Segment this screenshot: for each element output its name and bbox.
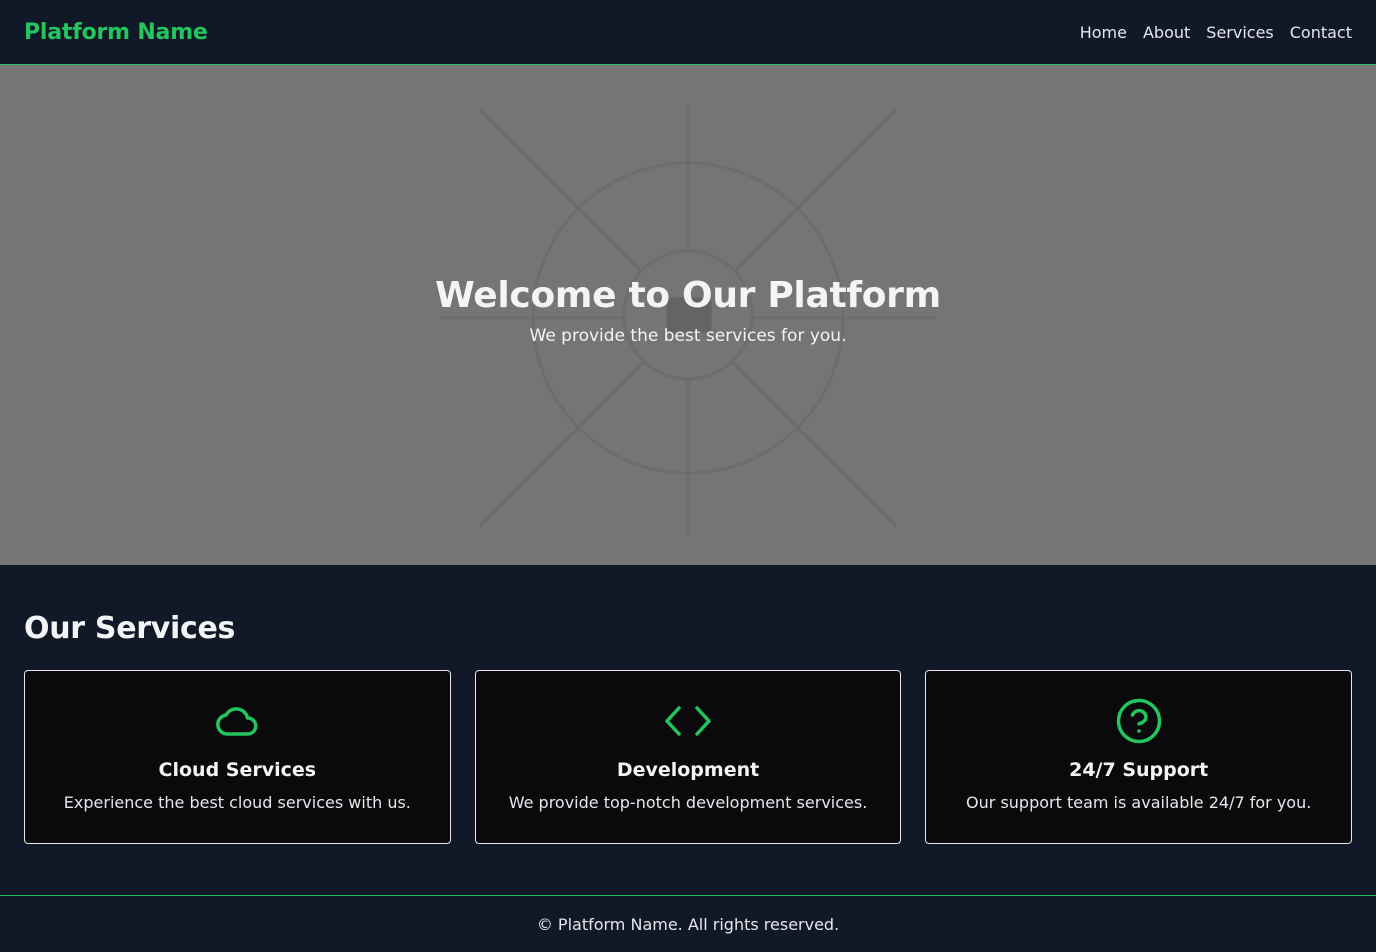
services-heading: Our Services (24, 611, 236, 646)
service-card-description: Experience the best cloud services with … (63, 793, 411, 812)
service-card-title: Development (616, 759, 760, 781)
service-card-support[interactable]: 24/7 Support Our support team is availab… (925, 670, 1353, 844)
service-card-title: 24/7 Support (1069, 759, 1209, 781)
hero-section: Welcome to Our Platform We provide the b… (0, 65, 1376, 565)
service-cards: Cloud Services Experience the best cloud… (24, 670, 1353, 844)
service-card-description: We provide top-notch development service… (508, 793, 868, 812)
site-footer: © Platform Name. All rights reserved. (0, 895, 1376, 952)
site-header: Platform Name Home About Services Contac… (0, 0, 1376, 65)
nav-about-link[interactable]: About (1143, 23, 1190, 42)
help-circle-icon (926, 698, 1351, 744)
service-card-cloud[interactable]: Cloud Services Experience the best cloud… (24, 670, 451, 844)
brand-logo[interactable]: Platform Name (24, 20, 208, 45)
code-icon (476, 699, 901, 743)
hero-subtitle: We provide the best services for you. (529, 326, 847, 346)
nav-contact-link[interactable]: Contact (1290, 23, 1352, 42)
cloud-icon (25, 699, 450, 743)
hero-title: Welcome to Our Platform (435, 275, 941, 316)
hero-content: Welcome to Our Platform We provide the b… (0, 275, 1376, 346)
service-card-title: Cloud Services (158, 759, 317, 781)
footer-copyright: © Platform Name. All rights reserved. (536, 914, 840, 934)
main-nav: Home About Services Contact (1080, 23, 1352, 42)
service-card-description: Our support team is available 24/7 for y… (966, 793, 1312, 812)
nav-home-link[interactable]: Home (1080, 23, 1127, 42)
nav-services-link[interactable]: Services (1206, 23, 1273, 42)
service-card-development[interactable]: Development We provide top-notch develop… (474, 670, 902, 844)
services-section: Our Services Cloud Services Experience t… (0, 565, 1376, 895)
